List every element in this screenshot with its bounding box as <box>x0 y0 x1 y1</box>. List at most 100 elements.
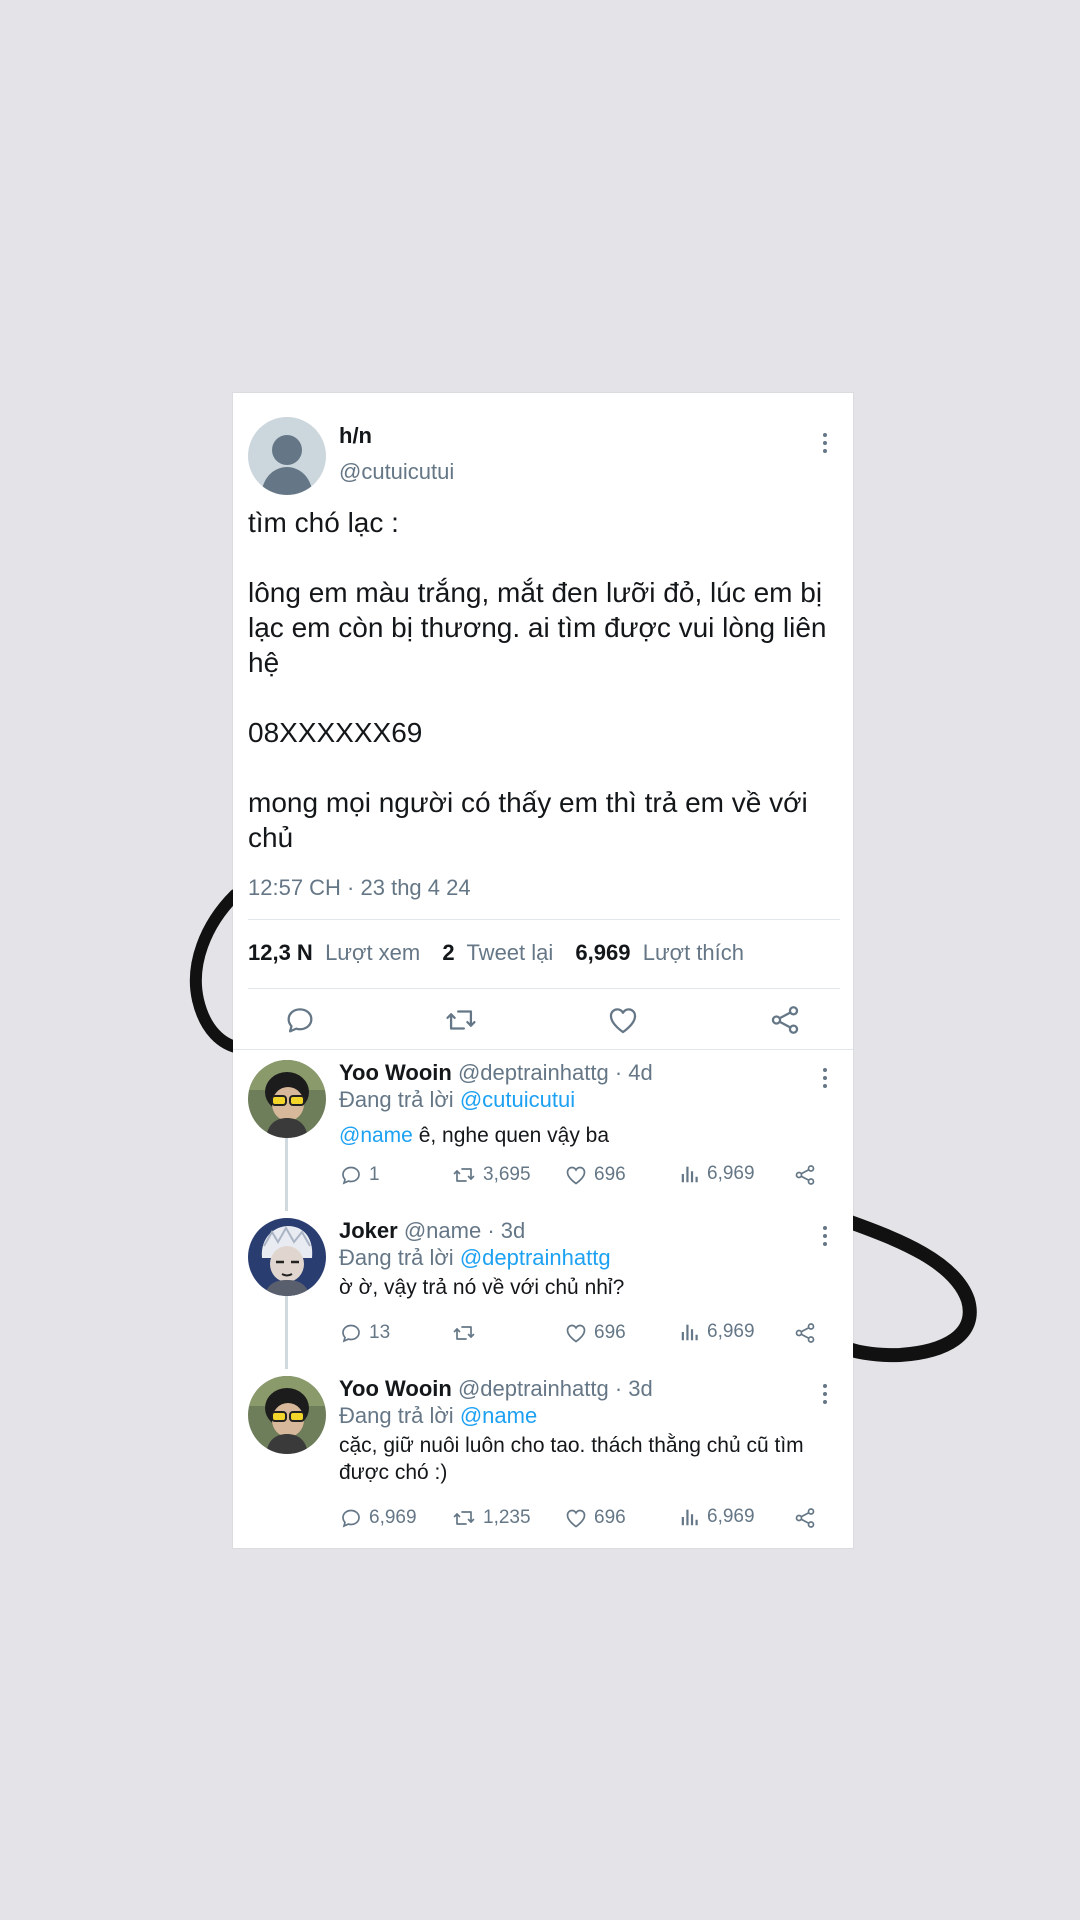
like-count: 696 <box>594 1164 626 1185</box>
views-chart-icon <box>681 1324 698 1341</box>
display-name[interactable]: h/n <box>339 423 372 449</box>
tweet-actions <box>248 1003 840 1043</box>
avatar[interactable] <box>248 1218 326 1296</box>
retweet-icon <box>453 1168 475 1182</box>
reply-like-button[interactable]: 696 <box>564 1321 626 1345</box>
replying-to-link[interactable]: @name <box>460 1403 537 1428</box>
views-chart-icon <box>681 1509 698 1526</box>
avatar[interactable] <box>248 1060 326 1138</box>
reply-text: cặc, giữ nuôi luôn cho tao. thách thằng … <box>339 1432 829 1486</box>
replying-to: Đang trả lời @cutuicutui <box>339 1087 575 1113</box>
retweets-label: Tweet lại <box>466 940 554 965</box>
like-count: 696 <box>594 1507 626 1528</box>
reply-like-button[interactable]: 696 <box>564 1506 626 1530</box>
reply-body: cặc, giữ nuôi luôn cho tao. thách thằng … <box>339 1434 804 1484</box>
reply-retweet-button[interactable]: 3,695 <box>451 1163 531 1187</box>
more-options-icon[interactable] <box>822 1384 828 1404</box>
reply-actions: 1 3,695 696 6,969 <box>339 1163 829 1189</box>
reply-text: @name ê, nghe quen vậy ba <box>339 1122 829 1149</box>
view-count: 6,969 <box>707 1321 755 1342</box>
tweet-line: lông em màu trắng, mắt đen lưỡi đỏ, lúc … <box>248 577 827 678</box>
reply-share-button[interactable] <box>793 1163 817 1187</box>
views-label: Lượt xem <box>325 940 421 965</box>
default-avatar-icon <box>261 435 313 495</box>
more-options-icon[interactable] <box>822 1068 828 1088</box>
share-icon[interactable] <box>768 1003 802 1037</box>
tweet-timestamp[interactable]: 12:57 CH · 23 thg 4 24 <box>248 875 471 901</box>
tweet-line: tìm chó lạc : <box>248 507 399 538</box>
reply-share-button[interactable] <box>793 1321 817 1345</box>
reply-views-button[interactable]: 6,969 <box>679 1321 755 1343</box>
reply-share-button[interactable] <box>793 1506 817 1530</box>
reply-views-button[interactable]: 6,969 <box>679 1506 755 1528</box>
avatar[interactable] <box>248 417 326 495</box>
reply-author-name[interactable]: Joker <box>339 1218 398 1243</box>
likes-count: 6,969 <box>575 940 631 965</box>
reply-author-name[interactable]: Yoo Wooin <box>339 1376 452 1401</box>
thread-line <box>285 1138 288 1211</box>
reply-comment-button[interactable]: 6,969 <box>339 1506 417 1530</box>
tweet-text: tìm chó lạc : lông em màu trắng, mắt đen… <box>248 505 840 855</box>
reply-author-name[interactable]: Yoo Wooin <box>339 1060 452 1085</box>
views-stat[interactable]: 12,3 N Lượt xem <box>248 940 420 966</box>
reply-count: 6,969 <box>369 1507 417 1528</box>
reply-handle-time[interactable]: @deptrainhattg · 3d <box>458 1376 653 1401</box>
retweets-stat[interactable]: 2 Tweet lại <box>442 940 553 966</box>
share-icon <box>795 1165 815 1185</box>
divider <box>233 1049 853 1050</box>
reply-body: ờ ờ, vậy trả nó về với chủ nhỉ? <box>339 1276 625 1299</box>
retweet-icon <box>453 1326 475 1340</box>
replying-to: Đang trả lời @deptrainhattg <box>339 1245 611 1271</box>
reply-like-button[interactable]: 696 <box>564 1163 626 1187</box>
replying-prefix: Đang trả lời <box>339 1087 454 1112</box>
more-options-icon[interactable] <box>822 1226 828 1246</box>
replying-to-link[interactable]: @deptrainhattg <box>460 1245 611 1270</box>
reply-icon <box>342 1324 360 1343</box>
reply-header: Joker @name · 3d <box>339 1218 525 1244</box>
divider <box>248 988 840 989</box>
more-options-icon[interactable] <box>822 433 828 453</box>
tweet-card: h/n @cutuicutui tìm chó lạc : lông em mà… <box>233 393 853 1548</box>
retweet-count: 1,235 <box>483 1507 531 1528</box>
like-icon <box>566 1324 586 1343</box>
reply-retweet-button[interactable]: 1,235 <box>451 1506 531 1530</box>
avatar[interactable] <box>248 1376 326 1454</box>
retweet-icon[interactable] <box>444 1003 478 1037</box>
retweets-count: 2 <box>442 940 455 965</box>
reply-actions: 13 696 6,969 <box>339 1321 829 1347</box>
replying-to-link[interactable]: @cutuicutui <box>460 1087 575 1112</box>
reply-comment-button[interactable]: 13 <box>339 1321 390 1345</box>
reply-count: 13 <box>369 1322 391 1343</box>
views-chart-icon <box>681 1166 698 1183</box>
like-icon <box>566 1166 586 1185</box>
reply-body: ê, nghe quen vậy ba <box>412 1124 610 1147</box>
reply-icon <box>342 1509 360 1528</box>
retweet-icon <box>453 1511 475 1525</box>
reply-handle-time[interactable]: @name · 3d <box>404 1218 525 1243</box>
like-icon <box>566 1509 586 1528</box>
views-count: 12,3 N <box>248 940 313 965</box>
like-icon[interactable] <box>606 1003 640 1037</box>
likes-label: Lượt thích <box>642 940 745 965</box>
like-count: 696 <box>594 1322 626 1343</box>
share-icon <box>795 1323 815 1343</box>
view-count: 6,969 <box>707 1506 755 1527</box>
replying-prefix: Đang trả lời <box>339 1245 454 1270</box>
reply-handle-time[interactable]: @deptrainhattg · 4d <box>458 1060 653 1085</box>
reply-comment-button[interactable]: 1 <box>339 1163 380 1187</box>
tweet-line: 08XXXXXX69 <box>248 717 423 748</box>
reply-icon <box>342 1166 360 1185</box>
reply-header: Yoo Wooin @deptrainhattg · 3d <box>339 1376 653 1402</box>
view-count: 6,969 <box>707 1163 755 1184</box>
reply-icon[interactable] <box>283 1003 317 1037</box>
reply-count: 1 <box>369 1164 380 1185</box>
mention-link[interactable]: @name <box>339 1124 413 1147</box>
reply-views-button[interactable]: 6,969 <box>679 1163 755 1185</box>
reply-retweet-button[interactable] <box>451 1321 483 1345</box>
replying-to: Đang trả lời @name <box>339 1403 537 1429</box>
likes-stat[interactable]: 6,969 Lượt thích <box>575 940 744 966</box>
tweet-stats: 12,3 N Lượt xem 2 Tweet lại 6,969 Lượt t… <box>248 940 744 966</box>
thread-line <box>285 1296 288 1369</box>
user-handle[interactable]: @cutuicutui <box>339 459 454 485</box>
replying-prefix: Đang trả lời <box>339 1403 454 1428</box>
